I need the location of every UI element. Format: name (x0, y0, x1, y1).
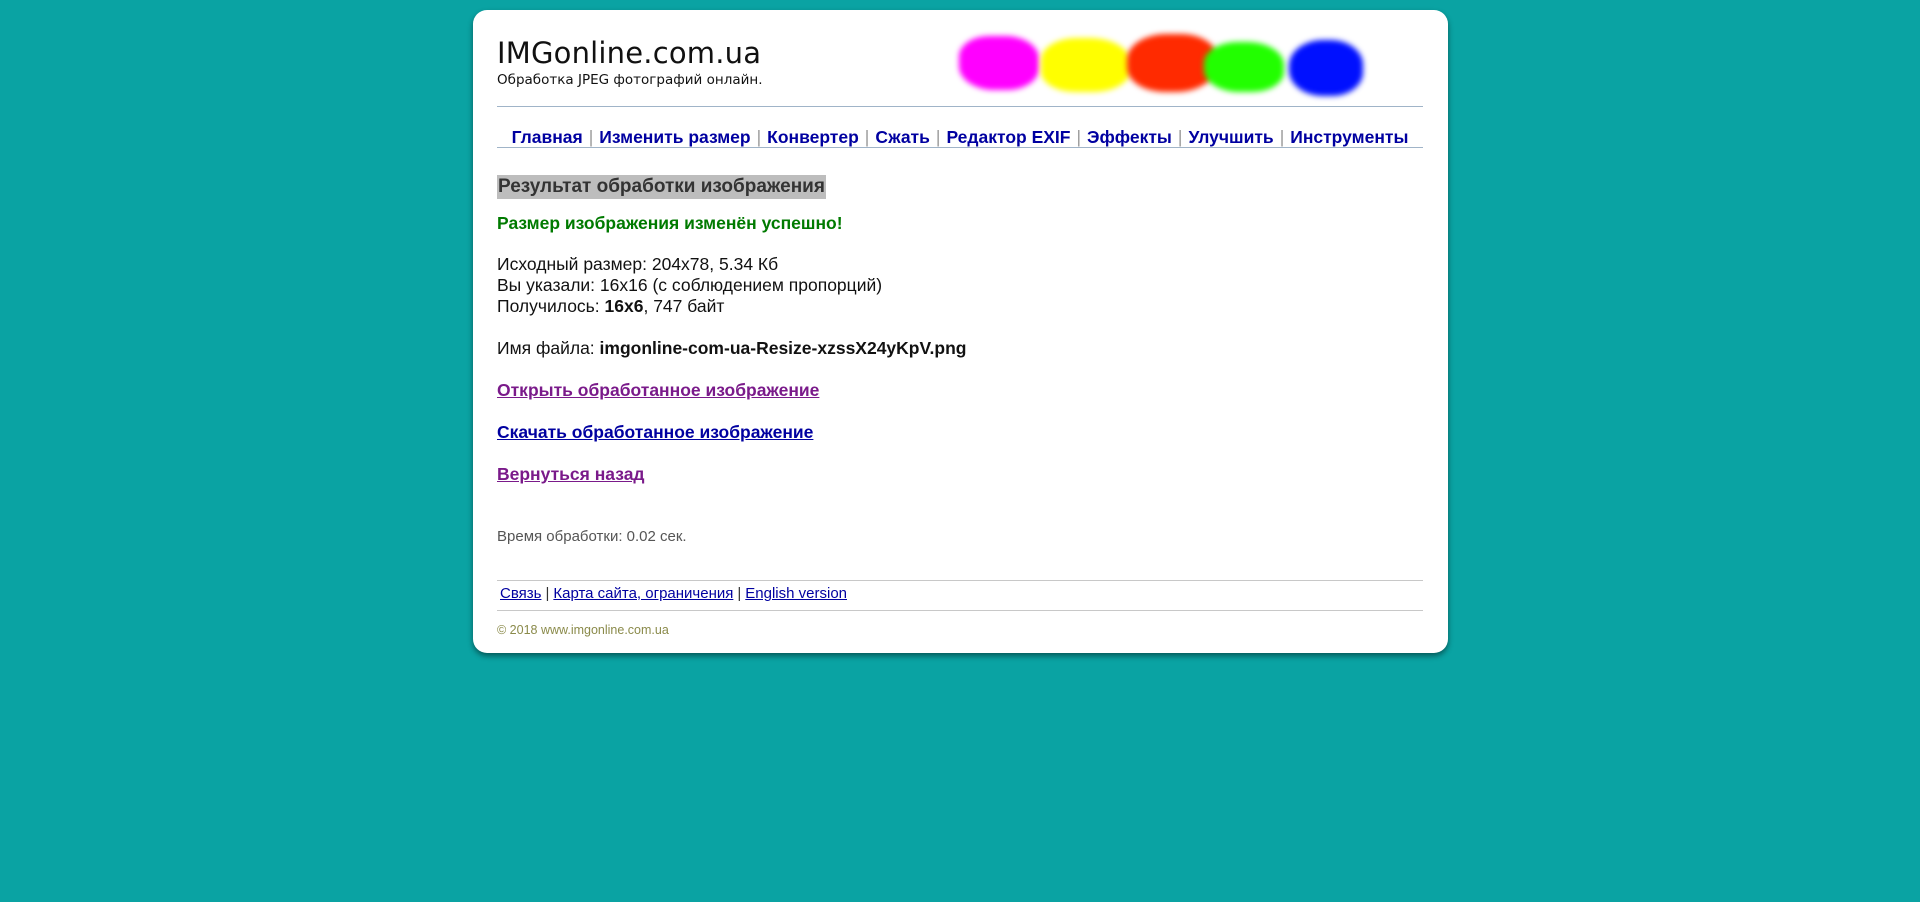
nav-enhance-link[interactable]: Улучшить (1188, 127, 1273, 148)
original-size-value: 204x78, 5.34 Кб (651, 254, 779, 274)
nav-bottom-divider (497, 147, 1423, 148)
footer-separator: | (737, 585, 742, 602)
download-processed-image-link[interactable]: Скачать обработанное изображение (497, 422, 813, 443)
specified-size-label: Вы указали: (497, 275, 596, 295)
nav-separator: | (588, 126, 594, 147)
nav-home-link[interactable]: Главная (512, 127, 583, 148)
filename-line: Имя файла: imgonline-com-ua-Resize-xzssX… (497, 338, 967, 359)
footer-bottom-divider (497, 610, 1423, 611)
nav-separator: | (1279, 126, 1285, 147)
nav-separator: | (935, 126, 941, 147)
result-size-label: Получилось: (497, 296, 600, 316)
magenta-blot (959, 36, 1039, 90)
nav-separator: | (756, 126, 762, 147)
result-size-line: Получилось: 16x6, 747 байт (497, 296, 724, 317)
yellow-blot (1041, 38, 1131, 92)
nav-separator: | (1177, 126, 1183, 147)
open-processed-image-link[interactable]: Открыть обработанное изображение (497, 380, 819, 401)
nav-exif-editor-link[interactable]: Редактор EXIF (946, 127, 1070, 148)
processing-time: Время обработки: 0.02 сек. (497, 528, 687, 545)
result-file-size: , 747 байт (643, 296, 725, 316)
site-title[interactable]: IMGonline.com.ua (497, 36, 761, 70)
footer-top-divider (497, 580, 1423, 581)
result-heading: Результат обработки изображения (497, 175, 826, 199)
go-back-link[interactable]: Вернуться назад (497, 464, 645, 485)
original-size-line: Исходный размер: 204x78, 5.34 Кб (497, 254, 778, 275)
blue-blot (1289, 40, 1363, 96)
footer-english-version-link[interactable]: English version (745, 585, 847, 602)
specified-size-line: Вы указали: 16x16 (с соблюдением пропорц… (497, 275, 882, 296)
nav-converter-link[interactable]: Конвертер (767, 127, 859, 148)
green-blot (1204, 42, 1284, 92)
footer-sitemap-link[interactable]: Карта сайта, ограничения (553, 585, 733, 602)
site-tagline: Обработка JPEG фотографий онлайн. (497, 72, 763, 88)
nav-effects-link[interactable]: Эффекты (1087, 127, 1172, 148)
nav-resize-link[interactable]: Изменить размер (599, 127, 750, 148)
nav-separator: | (864, 126, 870, 147)
nav-tools-link[interactable]: Инструменты (1290, 127, 1408, 148)
nav-compress-link[interactable]: Сжать (875, 127, 930, 148)
copyright-text: © 2018 www.imgonline.com.ua (497, 623, 669, 637)
filename-value: imgonline-com-ua-Resize-xzssX24yKpV.png (599, 338, 967, 358)
footer-contact-link[interactable]: Связь (500, 585, 541, 602)
nav-top-divider (497, 106, 1423, 107)
main-nav: Главная | Изменить размер | Конвертер | … (497, 116, 1423, 158)
specified-size-value: 16x16 (с соблюдением пропорций) (599, 275, 883, 295)
footer-separator: | (545, 585, 550, 602)
success-message: Размер изображения изменён успешно! (497, 213, 843, 233)
result-dimensions: 16x6 (604, 296, 644, 316)
original-size-label: Исходный размер: (497, 254, 647, 274)
nav-separator: | (1076, 126, 1082, 147)
filename-label: Имя файла: (497, 338, 595, 358)
color-blots-logo (949, 24, 1434, 114)
footer-links: Связь | Карта сайта, ограничения | English v… (500, 585, 847, 602)
main-panel: IMGonline.com.ua Обработка JPEG фотограф… (473, 10, 1448, 653)
